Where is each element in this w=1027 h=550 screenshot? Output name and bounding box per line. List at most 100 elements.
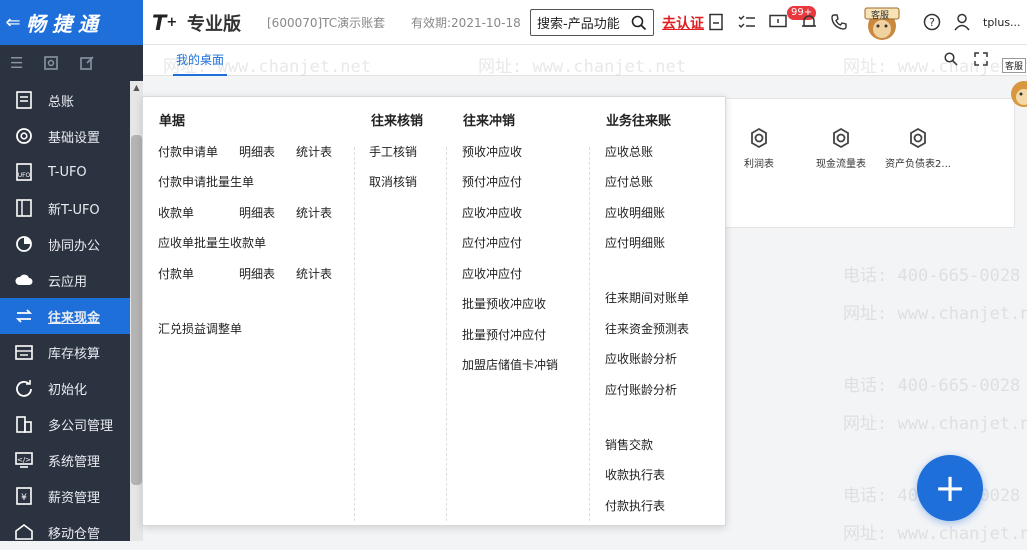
menu-item[interactable]: 加盟店储值卡冲销 <box>462 356 558 373</box>
sidebar-item-label: 库存核算 <box>48 346 101 362</box>
edit-icon[interactable] <box>79 55 95 71</box>
menu-item[interactable]: 统计表 <box>296 265 332 282</box>
add-fab-button[interactable]: + <box>917 455 983 521</box>
help-icon[interactable]: ? <box>922 12 942 32</box>
menu-item[interactable]: 应收冲应付 <box>462 265 522 282</box>
search-box[interactable]: 搜索-产品功能 <box>530 9 654 36</box>
user-name[interactable]: tplus... <box>983 0 1021 45</box>
account-name[interactable]: [600070]TC演示账套 <box>267 0 385 45</box>
menu-item[interactable]: 应收总账 <box>605 143 653 160</box>
sidebar-item[interactable]: 往来现金 <box>0 298 130 334</box>
phone-icon[interactable] <box>829 12 849 32</box>
menu-item[interactable]: 批量预收冲应收 <box>462 295 546 312</box>
auth-link[interactable]: 去认证 <box>662 0 704 45</box>
menu-item[interactable]: 付款申请单 <box>158 143 218 160</box>
menu-item[interactable]: 手工核销 <box>369 143 417 160</box>
sidebar-item[interactable]: 新T-UFO <box>0 190 130 226</box>
sidebar-item[interactable]: 云应用 <box>0 262 130 298</box>
sidebar-item[interactable]: 基础设置 <box>0 118 130 154</box>
report-shortcuts-card: 利润表 现金流量表 资产负债表2... <box>718 98 1015 228</box>
report-icon <box>833 127 849 149</box>
menu-item[interactable]: 付款申请批量生单 <box>158 173 254 190</box>
svg-text:?: ? <box>929 16 935 29</box>
menu-item[interactable]: 应付冲应付 <box>462 234 522 251</box>
menu-col-title-accounts: 业务往来账 <box>606 114 672 129</box>
menu-item[interactable]: 预收冲应收 <box>462 143 522 160</box>
bell-icon[interactable] <box>799 12 819 32</box>
sidebar-item[interactable]: 总账 <box>0 82 130 118</box>
menu-item[interactable]: 应付账龄分析 <box>605 381 677 398</box>
sidebar-item-label: T-UFO <box>48 164 87 180</box>
menu-item[interactable]: 应收账龄分析 <box>605 350 677 367</box>
menu-item[interactable]: 应收明细账 <box>605 204 665 221</box>
menu-col-title-documents: 单据 <box>159 114 186 129</box>
pin-icon[interactable] <box>43 55 59 71</box>
back-icon[interactable]: ⇐ <box>0 12 26 33</box>
sidebar-item[interactable]: 多公司管理 <box>0 406 130 442</box>
product-logo: T + <box>152 0 177 45</box>
sidebar-item-label: 协同办公 <box>48 238 101 254</box>
logo-plus: + <box>166 15 178 30</box>
salary-icon: ¥ <box>0 486 48 506</box>
report-label: 利润表 <box>744 159 774 170</box>
mascot-side-icon[interactable] <box>1008 76 1027 110</box>
report-cashflow[interactable]: 现金流量表 <box>809 127 873 170</box>
menu-item[interactable]: 收款单 <box>158 204 194 221</box>
menu-item[interactable]: 明细表 <box>239 143 275 160</box>
menu-item[interactable]: 明细表 <box>239 265 275 282</box>
menu-item[interactable]: 明细表 <box>239 204 275 221</box>
menu-item[interactable]: 应收单批量生收款单 <box>158 234 266 251</box>
report-balance-sheet[interactable]: 资产负债表2... <box>879 127 957 170</box>
sidebar-item[interactable]: 移动仓管 <box>0 514 130 550</box>
menu-item[interactable]: 预付冲应付 <box>462 173 522 190</box>
menu-item[interactable]: 销售交款 <box>605 436 653 453</box>
sidebar-item[interactable]: 库存核算 <box>0 334 130 370</box>
mobile-warehouse-icon <box>0 522 48 542</box>
menu-item[interactable]: 付款单 <box>158 265 194 282</box>
scroll-up-arrow[interactable]: ▲ <box>130 81 143 95</box>
menu-item[interactable]: 应付明细账 <box>605 234 665 251</box>
sidebar-scroll-thumb[interactable] <box>131 135 142 485</box>
user-icon[interactable] <box>952 12 972 32</box>
sidebar-item[interactable]: </> 系统管理 <box>0 442 130 478</box>
tab-bar: 我的桌面 <box>143 45 1027 76</box>
inventory-icon <box>0 342 48 362</box>
menu-item[interactable]: 取消核销 <box>369 173 417 190</box>
search-label: 搜索-产品功能 <box>537 17 620 32</box>
menu-icon[interactable]: ☰ <box>10 54 23 72</box>
sidebar-item[interactable]: 初始化 <box>0 370 130 406</box>
tab-my-desktop[interactable]: 我的桌面 <box>173 51 228 76</box>
sidebar-item[interactable]: UFO T-UFO <box>0 154 130 190</box>
menu-item[interactable]: 付款执行表 <box>605 497 665 514</box>
brand-bar: ⇐ 畅捷通 <box>0 0 143 45</box>
menu-item[interactable]: 统计表 <box>296 143 332 160</box>
fullscreen-icon[interactable] <box>974 52 988 66</box>
menu-item[interactable]: 统计表 <box>296 204 332 221</box>
kefu-side-tab[interactable]: 客服 <box>1002 58 1027 73</box>
search-icon[interactable] <box>631 15 647 31</box>
report-profit[interactable]: 利润表 <box>734 127 784 170</box>
menu-item[interactable]: 往来资金预测表 <box>605 320 689 337</box>
menu-item[interactable]: 往来期间对账单 <box>605 289 689 306</box>
settings-icon <box>0 126 48 146</box>
sidebar-item-label: 基础设置 <box>48 130 101 146</box>
ufo-icon: UFO <box>0 162 48 182</box>
sidebar-item[interactable]: 协同办公 <box>0 226 130 262</box>
exchange-icon <box>0 306 48 326</box>
menu-item[interactable]: 应付总账 <box>605 173 653 190</box>
logo-letter: T <box>152 10 167 35</box>
menu-divider <box>446 147 447 521</box>
message-icon[interactable] <box>768 12 788 32</box>
report-label: 现金流量表 <box>816 159 866 170</box>
menu-item[interactable]: 收款执行表 <box>605 466 665 483</box>
search-icon[interactable] <box>944 52 958 66</box>
sidebar-item[interactable]: ¥ 薪资管理 <box>0 478 130 514</box>
ledger-icon <box>0 90 48 110</box>
menu-item[interactable]: 应收冲应收 <box>462 204 522 221</box>
menu-item[interactable]: 批量预付冲应付 <box>462 326 546 343</box>
module-menu: 单据 往来核销 往来冲销 业务往来账 付款申请单 明细表 统计表 付款申请批量生… <box>142 96 726 526</box>
customer-service-mascot[interactable]: 客服 <box>859 4 905 42</box>
menu-item[interactable]: 汇兑损益调整单 <box>158 320 242 337</box>
checklist-icon[interactable] <box>737 12 757 32</box>
clipboard-icon[interactable] <box>706 12 726 32</box>
